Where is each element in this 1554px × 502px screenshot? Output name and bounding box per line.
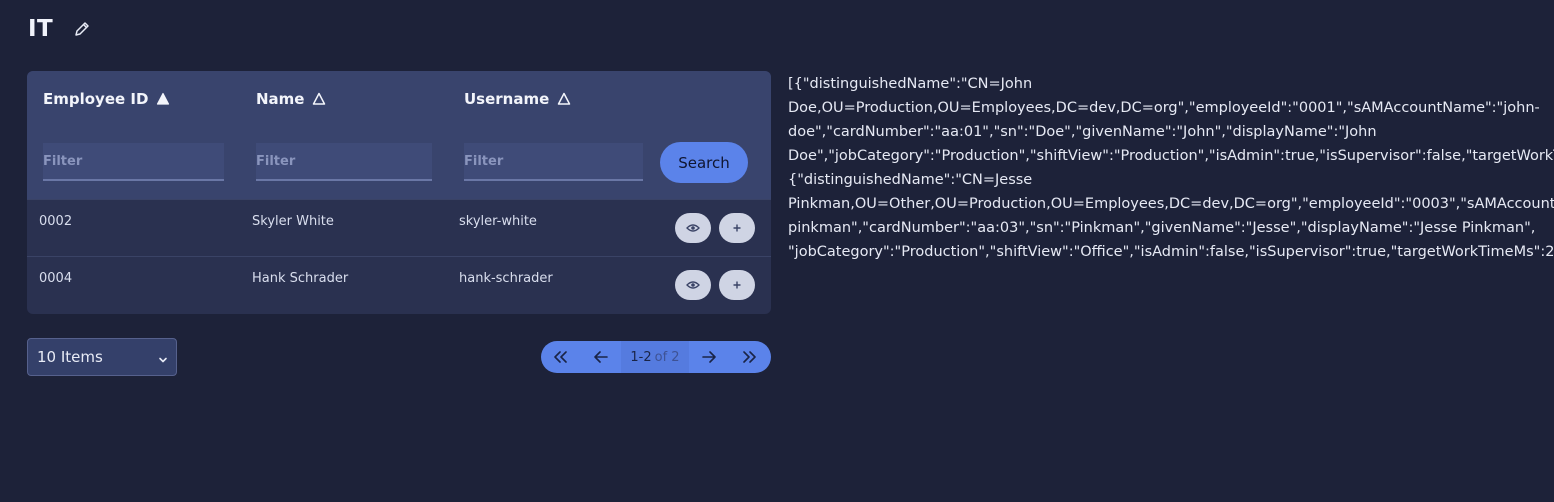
column-header-name[interactable]: Name [256,90,326,108]
prev-page-button[interactable] [581,341,621,373]
column-label: Name [256,90,305,108]
add-button[interactable] [719,270,755,300]
column-header-username[interactable]: Username [464,90,571,108]
employee-id-filter-input[interactable] [43,143,224,181]
last-page-icon [743,351,756,363]
json-output: [{"distinguishedName":"CN=John Doe,OU=Pr… [788,72,1554,264]
eye-icon [686,281,700,289]
json-line: [{"distinguishedName":"CN=John [788,76,1033,92]
first-page-button[interactable] [541,341,581,373]
table-row: 0002 Skyler White skyler-white [27,199,771,256]
chevron-down-icon [158,351,168,369]
page-header: IT [28,16,91,42]
view-button[interactable] [675,213,711,243]
page-title: IT [28,16,54,42]
table-row: 0004 Hank Schrader hank-schrader [27,256,771,313]
json-line: {"distinguishedName":"CN=Jesse [788,172,1033,188]
json-line: doe","cardNumber":"aa:01","sn":"Doe","gi… [788,124,1377,140]
name-filter-input[interactable] [256,143,432,181]
employee-id-cell: 0002 [39,214,73,229]
name-cell: Hank Schrader [252,271,349,286]
sort-ascending-filled-icon [156,92,170,106]
page-size-value: 10 Items [37,348,103,366]
column-header-employee-id[interactable]: Employee ID [43,90,170,108]
username-cell: skyler-white [459,214,537,229]
username-cell: hank-schrader [459,271,553,286]
page-size-select[interactable]: 10 Items [27,338,177,376]
prev-page-icon [594,351,608,363]
column-label: Username [464,90,550,108]
employee-id-cell: 0004 [39,271,73,286]
page-total: of 2 [654,349,680,365]
username-filter-input[interactable] [464,143,643,181]
json-line: Doe,OU=Production,OU=Employees,DC=dev,DC… [788,100,1540,116]
plus-icon [733,224,741,232]
pencil-icon[interactable] [73,20,91,38]
employee-table: Employee ID Name Username Search 0002 Sk… [27,71,771,314]
json-line: pinkman","cardNumber":"aa:03","sn":"Pink… [788,220,1536,236]
plus-icon [733,281,741,289]
name-cell: Skyler White [252,214,334,229]
table-header: Employee ID Name Username Search [27,71,771,199]
column-label: Employee ID [43,90,149,108]
search-button[interactable]: Search [660,142,748,183]
next-page-button[interactable] [689,341,729,373]
eye-icon [686,224,700,232]
json-line: Doe","jobCategory":"Production","shiftVi… [788,148,1554,164]
page-range: 1-2 of 2 [621,341,689,373]
pagination: 1-2 of 2 [541,341,771,373]
sort-ascending-outline-icon [312,92,326,106]
add-button[interactable] [719,213,755,243]
view-button[interactable] [675,270,711,300]
last-page-button[interactable] [729,341,769,373]
page-range-value: 1-2 [630,349,652,365]
json-line: "jobCategory":"Production","shiftView":"… [788,244,1554,260]
next-page-icon [702,351,716,363]
json-line: Pinkman,OU=Other,OU=Production,OU=Employ… [788,196,1554,212]
sort-ascending-outline-icon [557,92,571,106]
first-page-icon [554,351,567,363]
